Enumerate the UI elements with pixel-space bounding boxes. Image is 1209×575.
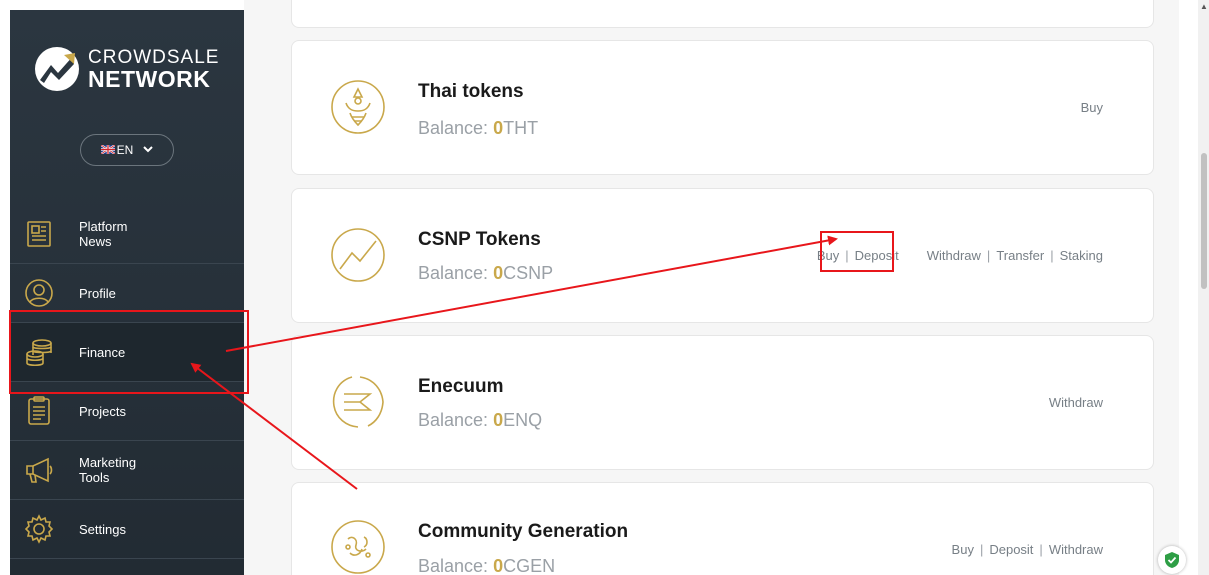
sidebar-nav: Platform News Profile Finance Projects M… xyxy=(10,205,244,559)
megaphone-icon xyxy=(24,455,54,485)
sidebar-item-platform-news[interactable]: Platform News xyxy=(10,205,244,264)
logo-icon xyxy=(35,47,79,91)
token-name: Thai tokens xyxy=(418,81,524,102)
scroll-up-arrow-icon[interactable]: ▲ xyxy=(1200,2,1208,11)
buy-link[interactable]: Buy xyxy=(1081,100,1103,115)
withdraw-link[interactable]: Withdraw xyxy=(927,248,981,263)
sidebar-item-settings[interactable]: Settings xyxy=(10,500,244,559)
sidebar: CROWDSALE NETWORK EN Platform News Profi… xyxy=(10,10,244,575)
token-name: CSNP Tokens xyxy=(418,229,541,250)
balance-symbol: CGEN xyxy=(503,556,556,575)
sidebar-item-finance[interactable]: Finance xyxy=(10,323,244,382)
token-card-tht: Thai tokens Balance: 0THT Buy xyxy=(291,40,1154,175)
balance-label: Balance: xyxy=(418,410,489,430)
token-balance: Balance: 0ENQ xyxy=(418,410,542,431)
sidebar-item-marketing-tools[interactable]: Marketing Tools xyxy=(10,441,244,500)
language-code: EN xyxy=(116,143,134,157)
token-name: Enecuum xyxy=(418,376,504,397)
enecuum-token-icon xyxy=(332,376,384,428)
app-root: CROWDSALE NETWORK EN Platform News Profi… xyxy=(0,0,1209,575)
action-separator: | xyxy=(979,542,984,557)
sidebar-item-label: Marketing Tools xyxy=(79,455,137,485)
balance-symbol: ENQ xyxy=(503,410,543,430)
withdraw-link[interactable]: Withdraw xyxy=(1049,395,1103,410)
thai-token-icon xyxy=(331,80,385,134)
language-selector[interactable]: EN xyxy=(80,134,174,166)
action-separator: | xyxy=(845,248,849,263)
balance-symbol: THT xyxy=(503,118,539,138)
sidebar-item-label: Profile xyxy=(79,285,116,301)
buy-link[interactable]: Buy xyxy=(817,248,839,263)
token-balance: Balance: 0CGEN xyxy=(418,556,555,575)
sidebar-item-label: Projects xyxy=(79,403,126,419)
gear-icon xyxy=(24,514,54,544)
brand-line1: CROWDSALE xyxy=(88,46,220,68)
balance-amount: 0 xyxy=(493,263,504,283)
token-actions: Buy | Deposit | Withdraw xyxy=(952,542,1103,557)
sidebar-item-label: Platform News xyxy=(79,219,128,249)
user-icon xyxy=(24,278,54,308)
deposit-link[interactable]: Deposit xyxy=(989,542,1033,557)
balance-amount: 0 xyxy=(493,118,504,138)
clipboard-icon xyxy=(24,396,54,426)
balance-symbol: CSNP xyxy=(503,263,554,283)
token-balance: Balance: 0CSNP xyxy=(418,263,553,284)
balance-label: Balance: xyxy=(418,263,489,283)
sidebar-item-profile[interactable]: Profile xyxy=(10,264,244,323)
staking-link[interactable]: Staking xyxy=(1060,248,1103,263)
action-separator: | xyxy=(1039,542,1043,557)
chevron-down-icon xyxy=(143,145,154,156)
newspaper-icon xyxy=(24,219,54,249)
security-badge[interactable] xyxy=(1158,546,1186,574)
brand-line2: NETWORK xyxy=(88,65,211,92)
transfer-link[interactable]: Transfer xyxy=(996,248,1044,263)
balance-label: Balance: xyxy=(418,118,489,138)
sidebar-item-label: Finance xyxy=(79,344,126,360)
token-card-cgen: Community Generation Balance: 0CGEN Buy |… xyxy=(291,482,1154,575)
brand-logo[interactable]: CROWDSALE NETWORK xyxy=(34,46,219,92)
scrollbar-thumb[interactable] xyxy=(1201,153,1207,289)
balance-amount: 0 xyxy=(493,410,504,430)
token-card-previous xyxy=(291,0,1154,28)
buy-link[interactable]: Buy xyxy=(952,542,974,557)
coins-icon xyxy=(24,337,54,367)
csnp-token-icon xyxy=(331,228,385,282)
brand-name: CROWDSALE NETWORK xyxy=(88,48,219,91)
token-card-enq: Enecuum Balance: 0ENQ Withdraw xyxy=(291,335,1154,470)
token-card-csnp: CSNP Tokens Balance: 0CSNP Buy | Deposit Wi… xyxy=(291,188,1154,323)
balance-label: Balance: xyxy=(418,556,489,575)
sidebar-item-label: Settings xyxy=(79,521,126,537)
withdraw-link[interactable]: Withdraw xyxy=(1049,542,1103,557)
token-actions: Buy xyxy=(1081,100,1103,115)
action-separator: | xyxy=(1050,248,1054,263)
cgen-token-icon xyxy=(331,520,385,574)
token-actions: Withdraw xyxy=(1049,395,1103,410)
token-actions: Buy | Deposit Withdraw | Transfer | Staking xyxy=(817,248,1103,263)
token-balance: Balance: 0THT xyxy=(418,118,538,139)
uk-flag-icon xyxy=(100,143,116,156)
deposit-link[interactable]: Deposit xyxy=(855,248,899,263)
main-content: Thai tokens Balance: 0THT Buy CSNP Token… xyxy=(244,0,1179,575)
sidebar-item-projects[interactable]: Projects xyxy=(10,382,244,441)
balance-amount: 0 xyxy=(493,556,504,575)
action-separator: | xyxy=(986,248,991,263)
token-name: Community Generation xyxy=(418,521,629,542)
shield-icon xyxy=(1165,552,1179,568)
